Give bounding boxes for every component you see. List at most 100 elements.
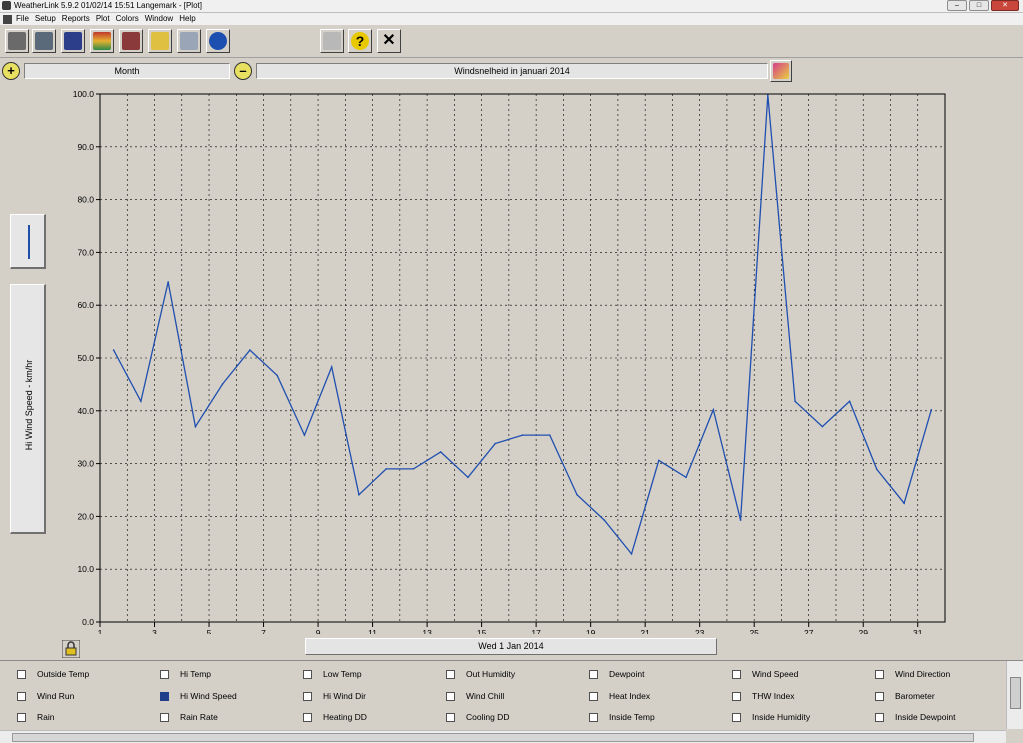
checkbox-box[interactable] <box>160 712 169 722</box>
y-tick-label: 20.0 <box>77 511 94 521</box>
chart-area: 0.0 10.0 20.0 30.0 40.0 50.0 60.0 70.0 80.0 90.0 1… <box>55 86 955 638</box>
close-window-button[interactable]: ✕ <box>991 0 1019 11</box>
checkbox-label: Hi Temp <box>180 669 212 679</box>
y-tick-label: 10.0 <box>77 564 94 574</box>
checkbox-wind-run[interactable]: Wind Run <box>17 691 74 701</box>
checkbox-box[interactable] <box>446 691 455 701</box>
y-tick-label: 50.0 <box>77 353 94 363</box>
checkbox-box[interactable] <box>732 669 741 679</box>
checkbox-label: Barometer <box>895 691 935 701</box>
series-color-swatch[interactable] <box>10 214 46 269</box>
checkbox-box[interactable] <box>589 669 598 679</box>
vertical-scrollbar[interactable] <box>1006 661 1023 729</box>
checkbox-cooling-dd[interactable]: Cooling DD <box>446 712 509 722</box>
checkbox-inside-humidity[interactable]: Inside Humidity <box>732 712 810 722</box>
print-button[interactable] <box>320 29 344 53</box>
checkbox-box[interactable] <box>446 669 455 679</box>
checkbox-barometer[interactable]: Barometer <box>875 691 935 701</box>
checkbox-wind-speed[interactable]: Wind Speed <box>732 669 798 679</box>
checkbox-hi-wind-dir[interactable]: Hi Wind Dir <box>303 691 366 701</box>
help-button[interactable]: ? <box>348 29 372 53</box>
checkbox-outside-temp[interactable]: Outside Temp <box>17 669 89 679</box>
checkbox-label: Cooling DD <box>466 712 510 722</box>
checkbox-box[interactable] <box>589 691 598 701</box>
x-tick-label: 21 <box>640 628 650 634</box>
xaxis-title[interactable]: Wed 1 Jan 2014 <box>305 638 717 655</box>
checkbox-wind-chill[interactable]: Wind Chill <box>446 691 504 701</box>
checkbox-box[interactable] <box>732 691 741 701</box>
checkbox-thw-index[interactable]: THW Index <box>732 691 795 701</box>
x-tick-label: 29 <box>858 628 868 634</box>
checkbox-out-humidity[interactable]: Out Humidity <box>446 669 515 679</box>
menu-reports[interactable]: Reports <box>62 13 96 25</box>
minimize-button[interactable]: – <box>947 0 967 11</box>
checkbox-label: Low Temp <box>323 669 362 679</box>
menu-file[interactable]: File <box>16 13 35 25</box>
checkbox-box[interactable] <box>875 691 884 701</box>
checkbox-label: THW Index <box>752 691 795 701</box>
checkbox-box[interactable] <box>17 691 26 701</box>
horizontal-scroll-thumb[interactable] <box>12 733 974 742</box>
menu-window[interactable]: Window <box>145 13 179 25</box>
checkbox-box[interactable] <box>303 669 312 679</box>
checkbox-box[interactable] <box>875 669 884 679</box>
checkbox-dewpoint[interactable]: Dewpoint <box>589 669 644 679</box>
checkbox-hi-wind-speed[interactable]: Hi Wind Speed <box>160 691 237 701</box>
maximize-button[interactable]: □ <box>969 0 989 11</box>
checkbox-rain-rate[interactable]: Rain Rate <box>160 712 218 722</box>
yaxis-label-panel[interactable]: Hi Wind Speed - km/hr <box>10 284 46 534</box>
checkbox-wind-direction[interactable]: Wind Direction <box>875 669 950 679</box>
checkbox-label: Wind Speed <box>752 669 799 679</box>
close-plot-button[interactable]: ✕ <box>377 29 401 53</box>
checkbox-heating-dd[interactable]: Heating DD <box>303 712 367 722</box>
checkbox-inside-dewpoint[interactable]: Inside Dewpoint <box>875 712 955 722</box>
checkbox-low-temp[interactable]: Low Temp <box>303 669 362 679</box>
noaa-report-button[interactable] <box>177 29 201 53</box>
checkbox-box[interactable] <box>732 712 741 722</box>
checkbox-inside-temp[interactable]: Inside Temp <box>589 712 655 722</box>
x-tick-label: 9 <box>316 628 321 634</box>
window-title: WeatherLink 5.9.2 01/02/14 15:51 Langema… <box>14 1 202 10</box>
lock-button[interactable] <box>61 639 81 659</box>
zoom-in-button[interactable]: + <box>2 62 20 80</box>
menu-setup[interactable]: Setup <box>35 13 62 25</box>
checkbox-box[interactable] <box>875 712 884 722</box>
checkbox-rain[interactable]: Rain <box>17 712 54 722</box>
checkbox-hi-temp[interactable]: Hi Temp <box>160 669 211 679</box>
checkbox-box[interactable] <box>160 691 169 701</box>
horizontal-scrollbar[interactable] <box>0 730 1006 743</box>
station-button[interactable] <box>5 29 29 53</box>
plot-button[interactable] <box>90 29 114 53</box>
vertical-scroll-thumb[interactable] <box>1010 677 1021 709</box>
zoom-out-button[interactable]: – <box>234 62 252 80</box>
data-point <box>930 408 933 411</box>
menu-colors[interactable]: Colors <box>116 13 145 25</box>
period-selector[interactable]: Month <box>24 63 230 79</box>
checkbox-box[interactable] <box>17 712 26 722</box>
checkbox-box[interactable] <box>303 691 312 701</box>
noaa-logo-button[interactable] <box>206 29 230 53</box>
x-tick-label: 3 <box>152 628 157 634</box>
checkbox-box[interactable] <box>160 669 169 679</box>
zoom-out-icon: – <box>239 63 247 78</box>
bulletin-button[interactable] <box>61 29 85 53</box>
checkbox-box[interactable] <box>589 712 598 722</box>
toolbar: ? ✕ <box>0 26 1023 58</box>
edit-plot-button[interactable] <box>770 60 792 82</box>
data-point <box>221 383 224 385</box>
checkbox-heat-index[interactable]: Heat Index <box>589 691 650 701</box>
walrus-button[interactable] <box>32 29 56 53</box>
menu-help[interactable]: Help <box>179 13 201 25</box>
data-point <box>249 349 251 351</box>
summary-button[interactable] <box>148 29 172 53</box>
x-tick-label: 1 <box>98 628 103 634</box>
checkbox-box[interactable] <box>303 712 312 722</box>
printer-icon <box>323 32 341 50</box>
plot-title[interactable]: Windsnelheid in januari 2014 <box>256 63 768 79</box>
checkbox-box[interactable] <box>446 712 455 722</box>
series-line-sample <box>28 225 30 259</box>
menu-plot[interactable]: Plot <box>96 13 116 25</box>
checkbox-box[interactable] <box>17 669 26 679</box>
strip-chart-button[interactable] <box>119 29 143 53</box>
wind-speed-chart[interactable]: 0.0 10.0 20.0 30.0 40.0 50.0 60.0 70.0 80.0 90.0 1… <box>55 86 955 638</box>
